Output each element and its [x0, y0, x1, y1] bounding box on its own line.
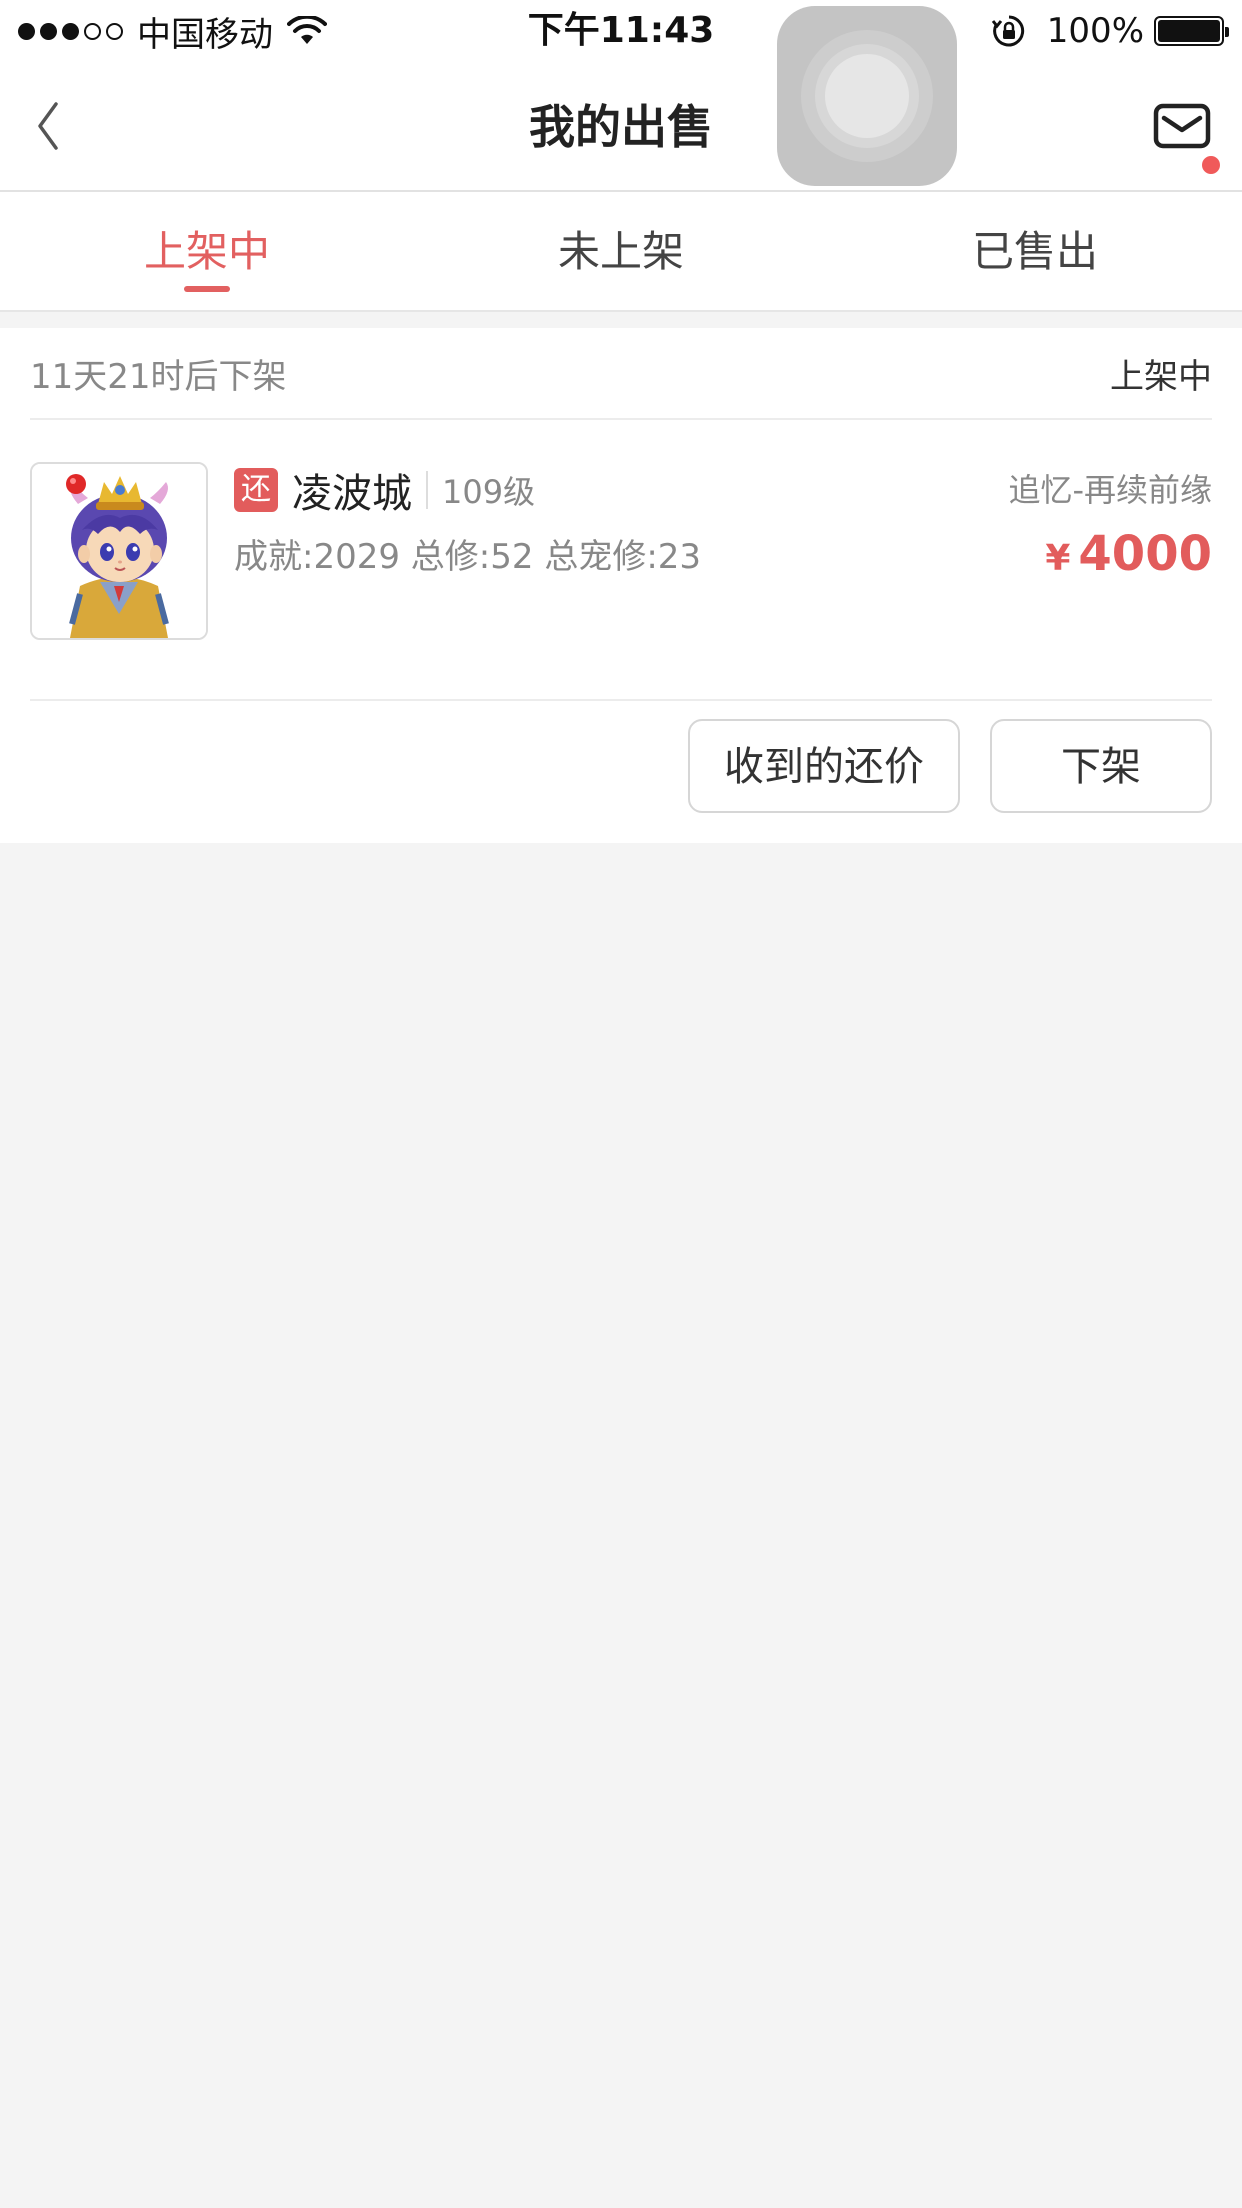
- listing-header: 11天21时后下架 上架中: [30, 328, 1212, 420]
- tab-sold[interactable]: 已售出: [828, 192, 1242, 310]
- currency-symbol: ¥: [1045, 538, 1071, 579]
- mail-icon[interactable]: [1152, 98, 1212, 154]
- tab-listed[interactable]: 上架中: [0, 192, 414, 310]
- character-name-row: 还 凌波城 109级: [234, 462, 535, 518]
- tab-bar: 上架中 未上架 已售出: [0, 192, 1242, 312]
- game-region: 追忆-再续前缘: [1008, 471, 1212, 509]
- character-avatar: [30, 462, 208, 640]
- status-right: 100%: [991, 8, 1229, 54]
- listing-status: 上架中: [1110, 356, 1212, 397]
- battery-percent: 100%: [1046, 11, 1144, 51]
- delist-button[interactable]: 下架: [990, 719, 1212, 813]
- listing-card[interactable]: 11天21时后下架 上架中 还 凌波城 109级 成就:2029 总修:52 总…: [0, 328, 1242, 843]
- bargain-badge: 还: [234, 468, 278, 512]
- status-bar: 中国移动 下午11:43 100%: [0, 0, 1242, 62]
- server-name: 凌波城: [292, 471, 412, 517]
- assistive-touch-button[interactable]: [777, 6, 957, 186]
- delist-countdown: 11天21时后下架: [30, 356, 287, 397]
- character-level: 109级: [442, 473, 536, 511]
- price-amount: 4000: [1078, 526, 1212, 582]
- rotation-lock-icon: [991, 15, 1024, 47]
- separator: [426, 471, 428, 509]
- navigation-bar: 我的出售: [0, 62, 1242, 192]
- character-stats: 成就:2029 总修:52 总宠修:23: [234, 537, 702, 577]
- battery-icon: [1154, 16, 1229, 46]
- notification-dot: [1200, 154, 1222, 176]
- tab-unlisted[interactable]: 未上架: [414, 192, 828, 310]
- divider: [30, 699, 1212, 701]
- character-portrait-image: [32, 464, 206, 638]
- page-title: 我的出售: [529, 100, 713, 154]
- listing-price: ¥4000: [1045, 524, 1212, 595]
- received-offers-button[interactable]: 收到的还价: [688, 719, 960, 813]
